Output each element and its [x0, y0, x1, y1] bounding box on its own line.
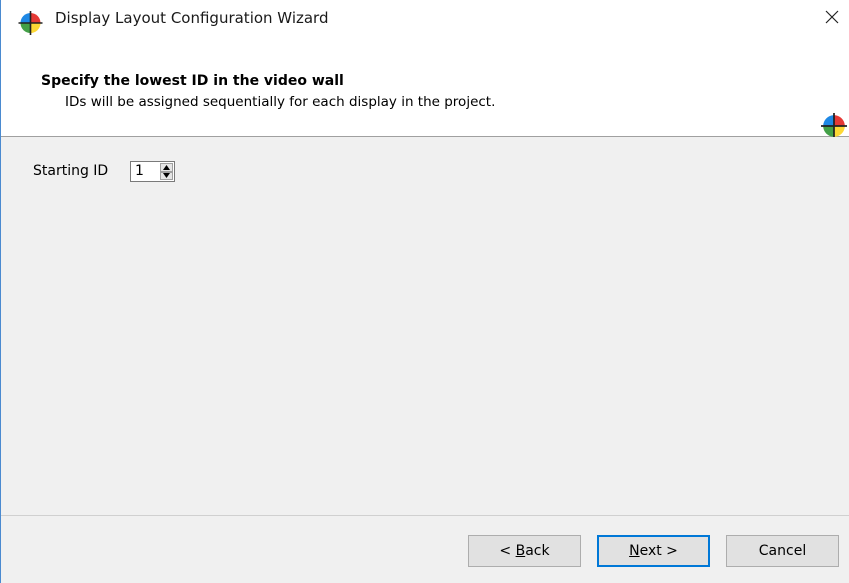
wizard-header: Specify the lowest ID in the video wall … — [1, 36, 849, 139]
wizard-content: Starting ID 1 — [1, 137, 849, 515]
wizard-window: Display Layout Configuration Wizard Spec… — [0, 0, 849, 583]
back-rest: ack — [525, 543, 550, 559]
step-description: IDs will be assigned sequentially for ea… — [65, 94, 496, 110]
close-button[interactable] — [813, 0, 849, 34]
back-prefix: < — [499, 543, 516, 559]
cancel-button[interactable]: Cancel — [726, 535, 839, 567]
arrow-up-icon — [163, 164, 170, 170]
starting-id-stepper[interactable]: 1 — [130, 161, 175, 182]
arrow-down-icon — [163, 173, 170, 179]
next-button[interactable]: Next > — [597, 535, 710, 567]
color-wheel-icon — [18, 11, 43, 35]
window-title: Display Layout Configuration Wizard — [55, 9, 329, 27]
stepper-buttons — [160, 163, 173, 180]
back-button[interactable]: < Back — [468, 535, 581, 567]
footer-divider — [1, 515, 849, 516]
next-mnemonic: N — [629, 543, 640, 559]
next-rest: ext > — [639, 543, 678, 559]
title-bar[interactable]: Display Layout Configuration Wizard — [1, 0, 849, 36]
cancel-label: Cancel — [758, 543, 807, 559]
decrement-button[interactable] — [160, 171, 173, 180]
close-icon — [825, 10, 838, 24]
starting-id-label: Starting ID — [33, 163, 109, 179]
increment-button[interactable] — [160, 163, 173, 172]
color-wheel-icon — [821, 113, 847, 139]
back-mnemonic: B — [515, 543, 526, 559]
starting-id-value[interactable]: 1 — [135, 163, 144, 179]
step-title: Specify the lowest ID in the video wall — [41, 73, 344, 89]
